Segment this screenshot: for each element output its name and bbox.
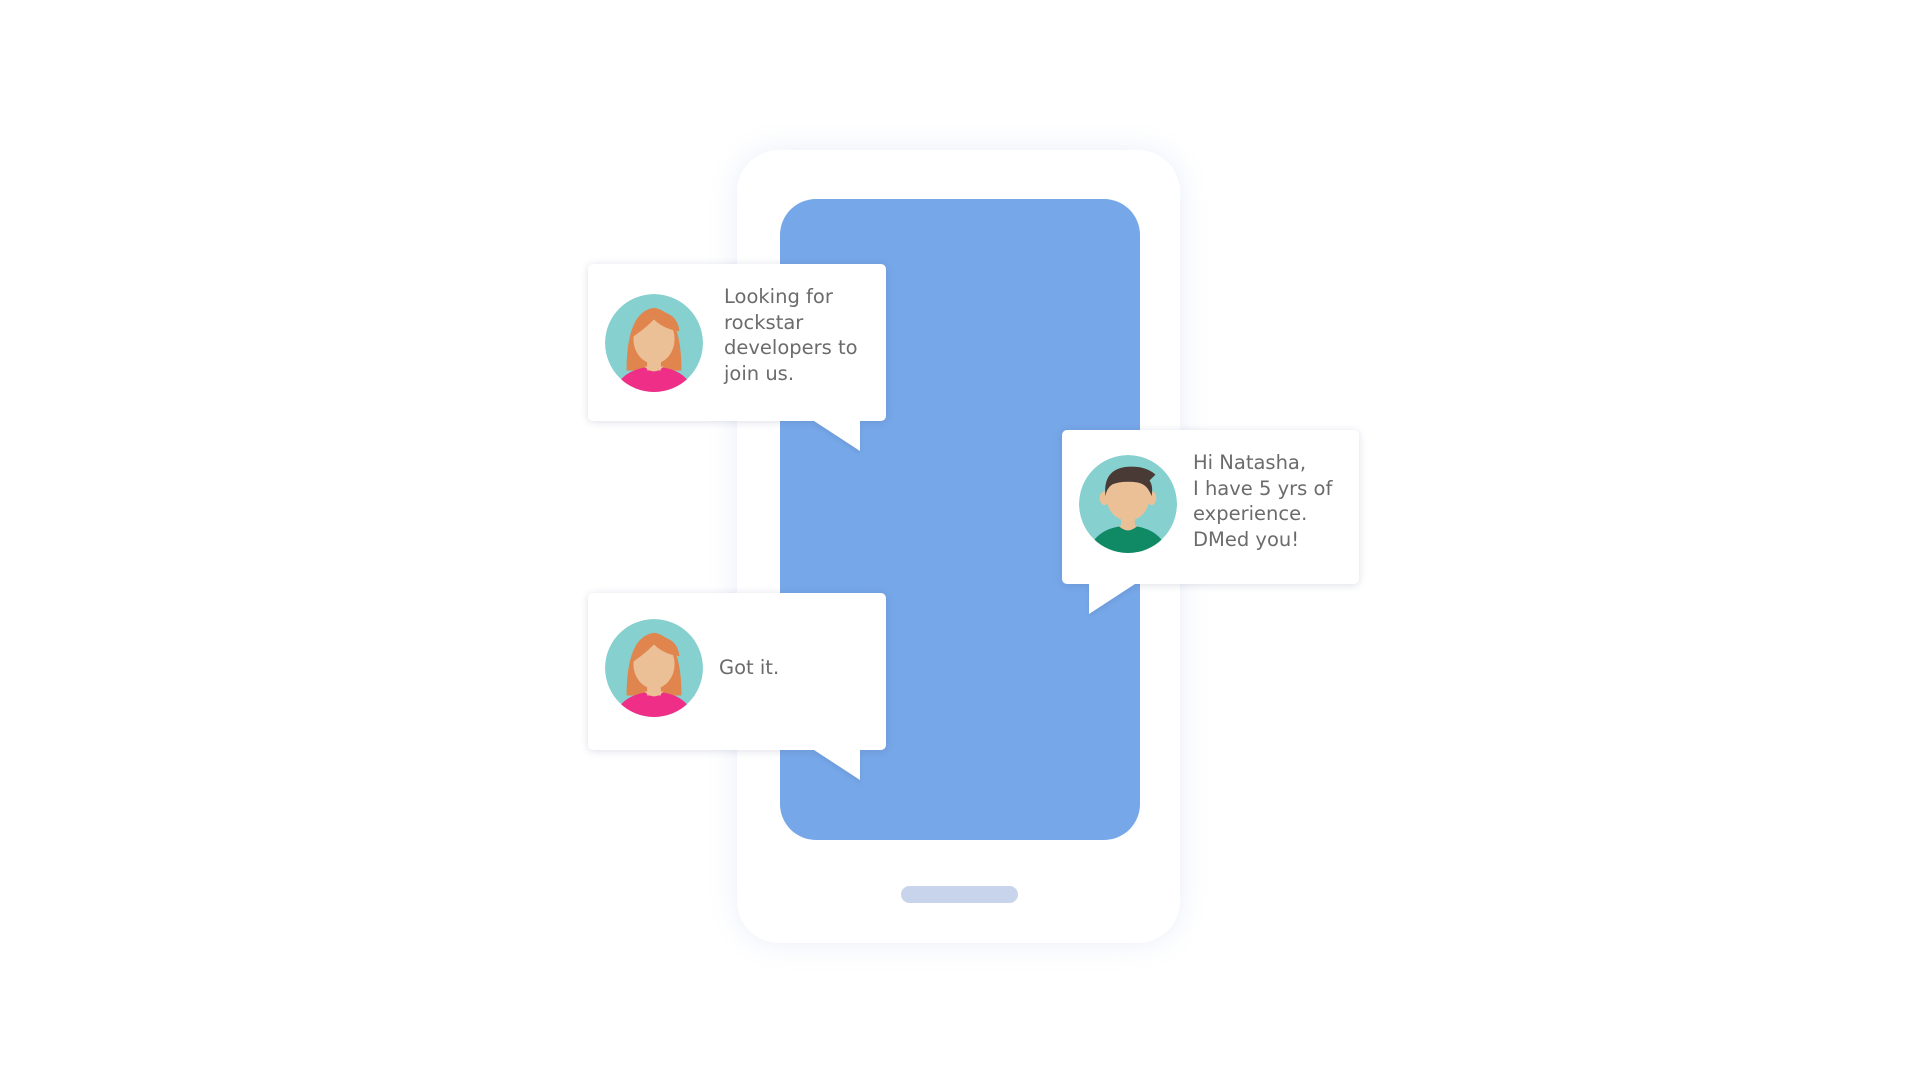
message-text: Got it. bbox=[719, 656, 780, 679]
bubble-tail bbox=[814, 750, 860, 780]
chat-bubble-recruiter-1: Looking for rockstar developers to join … bbox=[588, 264, 886, 451]
chat-bubble-recruiter-2: Got it. bbox=[588, 593, 886, 780]
bubble-tail bbox=[814, 421, 860, 451]
message-text: Hi Natasha, I have 5 yrs of experience. … bbox=[1193, 451, 1333, 551]
chat-bubble-candidate: Hi Natasha, I have 5 yrs of experience. … bbox=[1062, 430, 1359, 614]
message-text: Looking for rockstar developers to join … bbox=[724, 285, 858, 385]
female-avatar-icon bbox=[605, 619, 703, 717]
bubble-tail bbox=[1089, 584, 1135, 614]
female-avatar-icon bbox=[605, 294, 703, 392]
home-indicator bbox=[901, 886, 1018, 903]
chat-illustration: Looking for rockstar developers to join … bbox=[0, 0, 1920, 1080]
male-avatar-icon bbox=[1079, 455, 1177, 553]
